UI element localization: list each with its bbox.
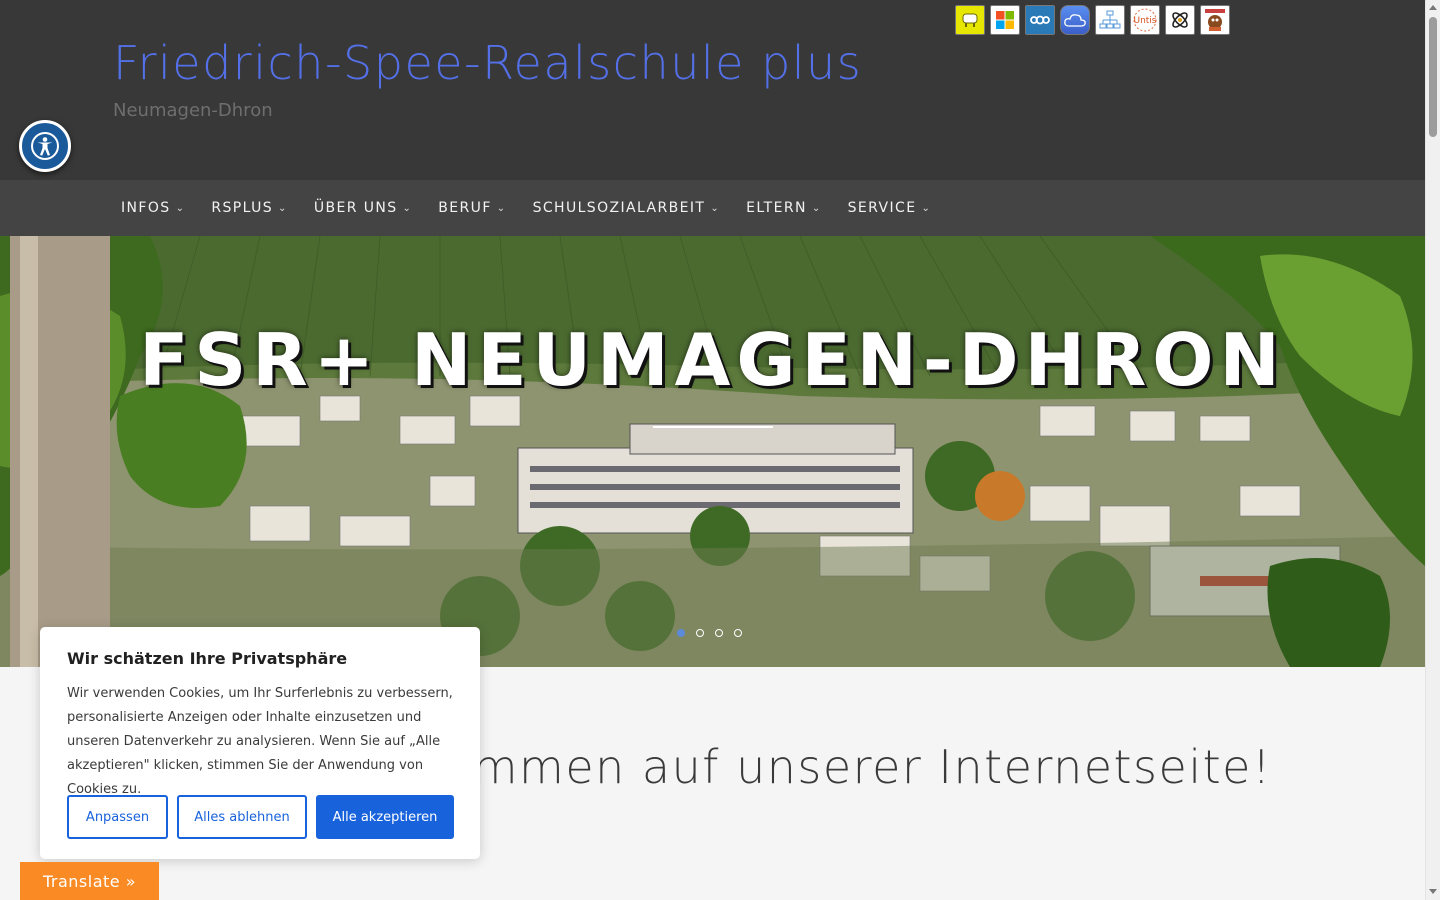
nav-item-eltern[interactable]: ELTERN ⌄ (738, 180, 830, 236)
accessibility-button[interactable] (19, 120, 71, 172)
untis-icon[interactable]: Untis (1130, 5, 1160, 35)
cookie-consent-dialog: Wir schätzen Ihre Privatsphäre Wir verwe… (40, 627, 480, 859)
nav-item-label: ÜBER UNS (313, 200, 398, 216)
cloud-icon[interactable] (1060, 5, 1090, 35)
hero-divider (653, 426, 773, 428)
hero-image (0, 236, 1425, 667)
nav-item-infos[interactable]: INFOS ⌄ (113, 180, 193, 236)
nextcloud-icon[interactable] (1025, 5, 1055, 35)
nav-item-label: RSPLUS (211, 200, 274, 216)
nav-item-beruf[interactable]: BERUF ⌄ (430, 180, 514, 236)
hero-title: FSR+ NEUMAGEN-DHRON (139, 318, 1286, 402)
accept-all-button[interactable]: Alle akzeptieren (316, 795, 454, 839)
site-tagline: Neumagen-Dhron (113, 100, 273, 121)
main-navigation: INFOS ⌄ RSPLUS ⌄ ÜBER UNS ⌄ BERUF ⌄ SCHULSOZ… (0, 180, 1425, 236)
hero-slider[interactable]: FSR+ NEUMAGEN-DHRON (0, 236, 1425, 667)
nav-item-label: SCHULSOZIALARBEIT (532, 200, 706, 216)
page-scrollbar[interactable] (1425, 0, 1440, 900)
bus-app-icon[interactable] (955, 5, 985, 35)
cookie-buttons: Anpassen Alles ablehnen Alle akzeptieren (67, 795, 454, 839)
chevron-down-icon: ⌄ (278, 202, 288, 214)
scroll-down-arrow[interactable] (1429, 889, 1437, 894)
nav-item-ueber-uns[interactable]: ÜBER UNS ⌄ (306, 180, 420, 236)
site-header: Friedrich-Spee-Realschule plus Neumagen-… (0, 0, 1425, 180)
scroll-thumb[interactable] (1429, 17, 1437, 137)
mascot-icon[interactable] (1200, 5, 1230, 35)
sitemap-icon[interactable] (1095, 5, 1125, 35)
slider-dots (677, 629, 742, 637)
nav-item-label: INFOS (121, 200, 171, 216)
atom-icon[interactable] (1165, 5, 1195, 35)
slider-dot[interactable] (734, 629, 742, 637)
cookie-text: Wir verwenden Cookies, um Ihr Surferlebn… (67, 686, 453, 797)
chevron-down-icon: ⌄ (402, 202, 413, 214)
untis-label: Untis (1133, 16, 1156, 26)
chevron-down-icon: ⌄ (811, 202, 822, 214)
slider-dot[interactable] (677, 629, 685, 637)
chevron-down-icon: ⌄ (710, 202, 721, 214)
microsoft-icon[interactable] (990, 5, 1020, 35)
reject-all-button[interactable]: Alles ablehnen (177, 795, 307, 839)
chevron-down-icon: ⌄ (921, 202, 932, 214)
scroll-up-arrow[interactable] (1429, 5, 1437, 10)
translate-button[interactable]: Translate » (20, 862, 159, 900)
site-title[interactable]: Friedrich-Spee-Realschule plus (113, 36, 862, 90)
nav-item-rsplus[interactable]: RSPLUS ⌄ (203, 180, 295, 236)
chevron-down-icon: ⌄ (175, 202, 186, 214)
quick-links: Untis (955, 5, 1230, 35)
nav-item-service[interactable]: SERVICE ⌄ (840, 180, 940, 236)
cookie-title: Wir schätzen Ihre Privatsphäre (67, 649, 348, 668)
nav-item-label: BERUF (438, 200, 492, 216)
customize-button[interactable]: Anpassen (67, 795, 168, 839)
slider-dot[interactable] (696, 629, 704, 637)
chevron-down-icon: ⌄ (496, 202, 507, 214)
nav-item-schulsozialarbeit[interactable]: SCHULSOZIALARBEIT ⌄ (525, 180, 729, 236)
accessibility-icon (31, 132, 59, 160)
slider-dot[interactable] (715, 629, 723, 637)
nav-item-label: SERVICE (847, 200, 917, 216)
nav-item-label: ELTERN (746, 200, 807, 216)
